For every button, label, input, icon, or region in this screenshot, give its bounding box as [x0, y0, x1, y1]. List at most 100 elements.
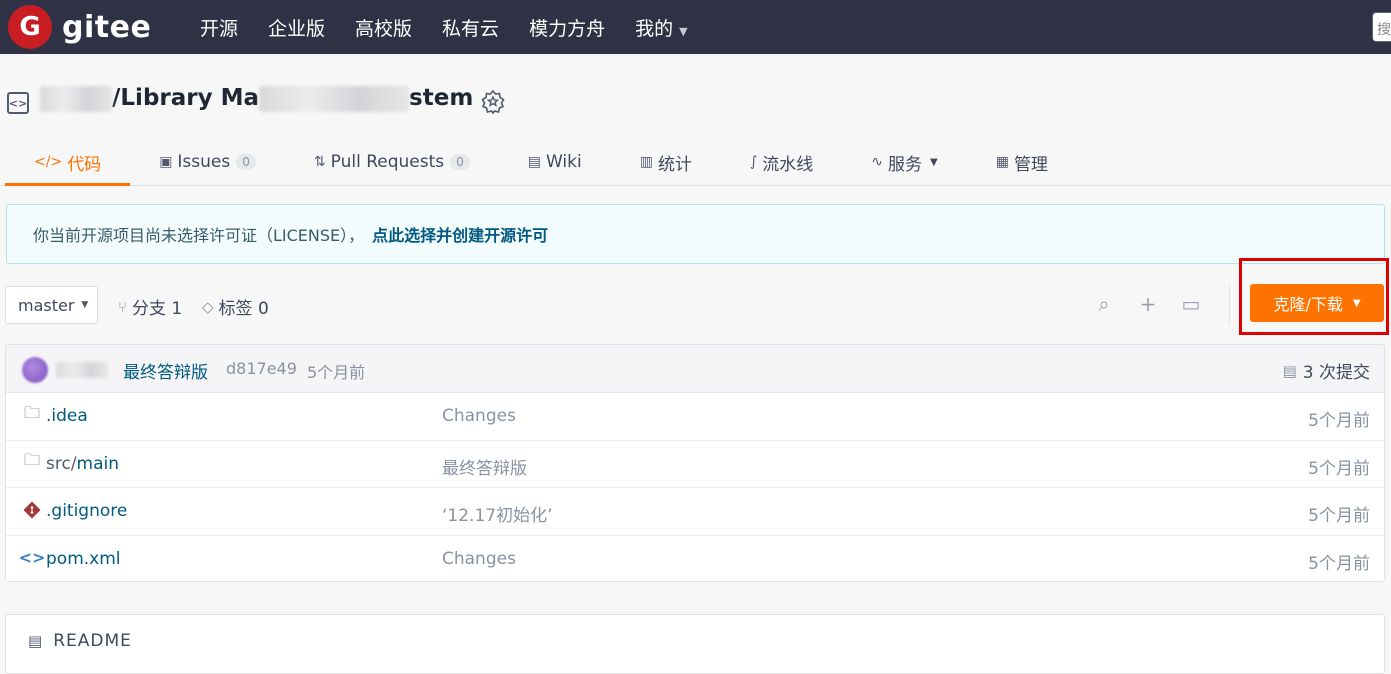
award-icon[interactable] — [481, 90, 505, 114]
tab-wiki-label: Wiki — [546, 152, 582, 172]
table-row: <> pom.xml Changes 5个月前 — [6, 536, 1384, 584]
file-path-name: main — [76, 453, 120, 474]
tab-manage-label: 管理 — [1013, 154, 1048, 175]
add-file-icon[interactable]: + — [1136, 292, 1160, 316]
tags-label: 标签 0 — [218, 299, 269, 319]
clone-download-button[interactable]: 克隆/下载 ▼ — [1250, 284, 1384, 322]
repo-code-icon: <> — [7, 92, 29, 114]
stats-icon: ▥ — [639, 154, 653, 170]
branches-link[interactable]: ⑂ 分支 1 — [118, 294, 183, 320]
search-icon[interactable]: ⌕ — [1092, 292, 1116, 316]
redacted-author — [56, 362, 108, 378]
git-icon — [22, 500, 42, 520]
chevron-down-icon: ▼ — [81, 300, 89, 310]
tab-service[interactable]: ∿ 服务 ▼ — [842, 138, 966, 186]
repo-title[interactable]: /Library Ma stem — [40, 85, 473, 112]
tab-code-label: 代码 — [67, 154, 102, 175]
nav-item-private-cloud[interactable]: 私有云 — [442, 14, 499, 41]
pull-requests-count-badge: 0 — [450, 154, 470, 170]
clone-download-label: 克隆/下载 — [1273, 295, 1343, 314]
file-commit-time: 5个月前 — [1308, 458, 1370, 479]
avatar[interactable] — [22, 357, 48, 383]
code-icon: </> — [34, 154, 63, 170]
repo-title-tail: stem — [409, 85, 474, 111]
file-name-link[interactable]: .idea — [46, 406, 88, 426]
folder-icon: 🗀 — [23, 402, 40, 422]
file-name-link[interactable]: pom.xml — [46, 549, 121, 569]
nav-item-moli[interactable]: 模力方舟 — [529, 14, 605, 41]
branch-icon: ⑂ — [118, 297, 128, 316]
tab-pipeline[interactable]: ∫ 流水线 — [721, 138, 842, 186]
file-commit-message[interactable]: ‘12.17初始化’ — [442, 501, 552, 526]
file-commit-time: 5个月前 — [1308, 411, 1370, 431]
tab-manage[interactable]: ▦ 管理 — [967, 138, 1077, 186]
branch-select-value: master — [18, 295, 75, 315]
file-path-prefix: src/ — [46, 453, 77, 474]
nav-item-education[interactable]: 高校版 — [355, 14, 412, 41]
tab-wiki[interactable]: ▤ Wiki — [499, 138, 611, 186]
table-row: .gitignore ‘12.17初始化’ 5个月前 — [6, 488, 1384, 536]
chevron-down-icon: ▼ — [679, 24, 688, 38]
wiki-icon: ▤ — [527, 154, 541, 170]
tab-issues-label: Issues — [177, 152, 231, 172]
readme-panel: ▤ README — [5, 614, 1385, 674]
pull-request-icon: ⇅ — [313, 154, 326, 170]
tab-issues[interactable]: ▣ Issues 0 — [130, 138, 285, 186]
issues-count-badge: 0 — [236, 154, 256, 170]
readme-header: ▤ README — [28, 631, 132, 651]
commit-count-label: 3 次提交 — [1302, 363, 1370, 383]
issues-icon: ▣ — [159, 154, 173, 170]
commits-icon: ▤ — [1282, 361, 1297, 380]
file-name-link[interactable]: src/main — [46, 454, 119, 474]
tab-code[interactable]: </> 代码 — [5, 138, 131, 186]
file-commit-time: 5个月前 — [1308, 506, 1370, 526]
license-notice-text: 你当前开源项目尚未选择许可证（LICENSE）， — [33, 226, 365, 245]
main-nav: 开源 企业版 高校版 私有云 模力方舟 我的 ▼ — [200, 0, 688, 54]
nav-item-opensource[interactable]: 开源 — [200, 14, 238, 41]
branch-select[interactable]: master ▼ — [5, 286, 98, 324]
nav-item-mine[interactable]: 我的 ▼ — [635, 14, 687, 41]
top-search-input[interactable]: 搜 — [1372, 12, 1391, 42]
file-commit-message[interactable]: Changes — [442, 406, 516, 426]
tab-stats-label: 统计 — [657, 154, 692, 175]
tab-pull-requests[interactable]: ⇅ Pull Requests 0 — [285, 138, 499, 186]
toolbar-divider — [1229, 285, 1230, 325]
table-row: 🗀 src/main 最终答辩版 5个月前 — [6, 441, 1384, 488]
web-ide-icon[interactable]: ▭ — [1179, 292, 1203, 316]
tab-pull-requests-label: Pull Requests — [330, 152, 445, 172]
tab-service-label: 服务 — [888, 154, 922, 175]
gitee-logo-text: gitee — [62, 9, 152, 45]
chevron-down-icon: ▼ — [1352, 297, 1361, 309]
gitee-logo-icon: G — [8, 5, 52, 49]
chevron-down-icon: ▼ — [930, 156, 938, 168]
readme-title: README — [53, 631, 132, 651]
tab-stats[interactable]: ▥ 统计 — [611, 138, 721, 186]
nav-item-enterprise[interactable]: 企业版 — [268, 14, 325, 41]
tags-link[interactable]: ◇ 标签 0 — [202, 294, 269, 320]
tag-icon: ◇ — [202, 297, 214, 316]
license-notice: 你当前开源项目尚未选择许可证（LICENSE）， 点此选择并创建开源许可 — [6, 204, 1385, 264]
latest-commit-row: 最终答辩版 d817e49 5个月前 ▤ 3 次提交 — [6, 345, 1384, 393]
create-license-link[interactable]: 点此选择并创建开源许可 — [372, 222, 548, 246]
redacted-owner — [40, 85, 112, 112]
latest-commit-hash[interactable]: d817e49 — [226, 359, 297, 378]
gitee-logo[interactable]: G gitee — [8, 5, 151, 49]
readme-icon: ▤ — [28, 632, 44, 650]
repo-header: <> /Library Ma stem </> 代码 ▣ Issues 0 ⇅ Pull … — [0, 54, 1391, 186]
repo-tabs: </> 代码 ▣ Issues 0 ⇅ Pull Requests 0 ▤ Wiki ▥ 统计… — [5, 138, 1077, 186]
file-name-link[interactable]: .gitignore — [46, 501, 127, 521]
code-file-icon: <> — [18, 548, 46, 567]
manage-icon: ▦ — [995, 154, 1009, 170]
file-commit-time: 5个月前 — [1308, 553, 1370, 574]
latest-commit-message[interactable]: 最终答辩版 — [123, 358, 208, 383]
latest-commit-time: 5个月前 — [307, 363, 366, 382]
top-navbar: G gitee 开源 企业版 高校版 私有云 模力方舟 我的 ▼ 搜 — [0, 0, 1391, 54]
commit-count-link[interactable]: ▤ 3 次提交 — [1282, 358, 1370, 384]
file-list: 最终答辩版 d817e49 5个月前 ▤ 3 次提交 🗀 .idea Change… — [5, 344, 1385, 582]
branches-label: 分支 1 — [132, 299, 183, 319]
file-commit-message[interactable]: Changes — [442, 549, 516, 569]
table-row: 🗀 .idea Changes 5个月前 — [6, 393, 1384, 441]
folder-icon: 🗀 — [23, 450, 40, 469]
nav-item-mine-label: 我的 — [635, 17, 674, 40]
file-commit-message[interactable]: 最终答辩版 — [442, 454, 527, 479]
